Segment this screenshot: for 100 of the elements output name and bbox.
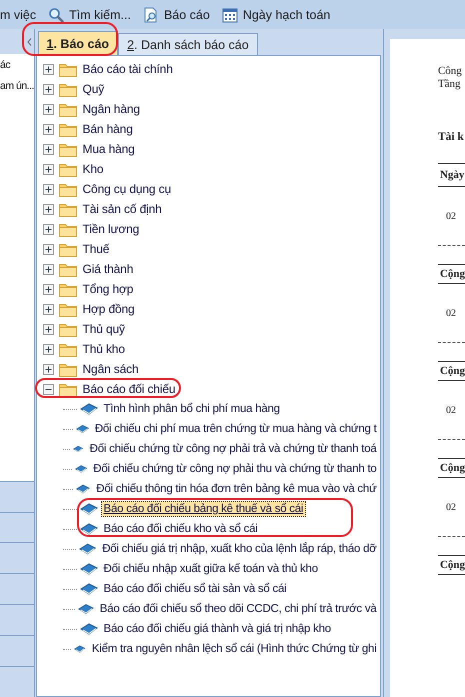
report-item[interactable]: Báo cáo đối chiếu kho và sổ cái [100, 521, 261, 537]
folder-item[interactable]: Quỹ [80, 80, 108, 98]
toolbar-button[interactable]: Tìm kiếm... [48, 6, 131, 22]
folder-icon [58, 362, 77, 376]
calendar-icon [222, 6, 238, 22]
folder-icon [58, 142, 77, 156]
folder-item[interactable]: Kho [80, 160, 106, 178]
folder-item[interactable]: Báo cáo đối chiếu [80, 380, 178, 398]
folder-icon [58, 282, 77, 296]
expand-toggle-icon[interactable] [42, 204, 54, 214]
table-cell: 02 [438, 284, 465, 343]
report-item[interactable]: Đối chiếu chứng từ công nợ phải thu và chứng từ thanh to [90, 461, 380, 477]
tab[interactable]: 2. Danh sách báo cáo [118, 33, 258, 55]
folder-icon [58, 322, 77, 336]
table-cell: 02 [438, 381, 465, 440]
collapse-toggle-icon[interactable] [42, 384, 54, 394]
folder-icon [58, 242, 77, 256]
folder-icon [58, 382, 77, 396]
table-cell: Cộng [438, 361, 465, 381]
expand-toggle-icon[interactable] [42, 164, 54, 174]
folder-icon [58, 222, 77, 236]
expand-toggle-icon[interactable] [42, 364, 54, 374]
folder-icon [58, 342, 77, 356]
nav-item[interactable]: ác [0, 58, 10, 72]
book-icon [75, 463, 88, 475]
book-icon [80, 503, 98, 515]
report-item[interactable]: Báo cáo đối chiếu sổ tài sản và sổ cái [100, 581, 290, 597]
search-icon [48, 6, 64, 22]
table-cell: Cộng [438, 555, 465, 575]
toolbar-button[interactable]: m việc [0, 8, 36, 22]
folder-item[interactable]: Công cụ dụng cụ [80, 180, 174, 198]
folder-icon [58, 122, 77, 136]
book-icon [74, 643, 86, 655]
book-icon [76, 423, 89, 435]
report-item[interactable]: Đối chiếu chứng từ công nợ phải trả và chứng từ thanh toá [86, 441, 380, 457]
report-item[interactable]: Kiểm tra nguyên nhân lệch sổ cái (Hình thức Chứng từ ghi [88, 641, 380, 657]
folder-icon [58, 102, 77, 116]
folder-item[interactable]: Thủ kho [80, 340, 128, 358]
folder-item[interactable]: Tài sản cố định [80, 200, 165, 218]
folder-item[interactable]: Tiền lương [80, 220, 142, 238]
table-cell: Ngày [438, 163, 465, 187]
table-cell: 02 [438, 478, 465, 537]
book-icon [73, 443, 84, 455]
folder-item[interactable]: Ngân hàng [80, 100, 143, 118]
expand-toggle-icon[interactable] [42, 104, 54, 114]
folder-icon [58, 262, 77, 276]
chevron-left-icon[interactable] [26, 38, 32, 46]
expand-toggle-icon[interactable] [42, 64, 54, 74]
folder-icon [58, 62, 77, 76]
report-item[interactable]: Báo cáo đối chiếu giá thành và giá trị nhập kho [100, 621, 334, 637]
folder-item[interactable]: Giá thành [80, 260, 136, 278]
folder-item[interactable]: Ngân sách [80, 360, 142, 378]
expand-toggle-icon[interactable] [42, 264, 54, 274]
toolbar-button[interactable]: Ngày hạch toán [222, 6, 330, 22]
folder-item[interactable]: Hợp đồng [80, 300, 138, 318]
nav-item[interactable]: am ún... [0, 79, 34, 94]
report-item[interactable]: Đối chiếu giá trị nhập, xuất kho của lệnh lắp ráp, tháo dỡ [99, 541, 380, 557]
report-item[interactable]: Báo cáo đối chiếu bảng kê thuế và sổ cái [100, 501, 306, 517]
table-cell: Cộng [438, 264, 465, 284]
company-text: Tầng [438, 78, 462, 91]
book-icon [76, 483, 90, 495]
folder-item[interactable]: Bán hàng [80, 120, 136, 138]
expand-toggle-icon[interactable] [42, 124, 54, 134]
toolbar-button[interactable]: Báo cáo [142, 6, 210, 22]
expand-toggle-icon[interactable] [42, 144, 54, 154]
report-title: Tài k [438, 131, 465, 143]
expand-toggle-icon[interactable] [42, 304, 54, 314]
report-item[interactable]: Tình hình phân bổ chi phí mua hàng [100, 401, 283, 417]
folder-icon [58, 82, 77, 96]
folder-icon [58, 302, 77, 316]
report-item[interactable]: Đối chiếu chi phí mua trên chứng từ mua hàng và chứng t [92, 421, 380, 437]
folder-item[interactable]: Thủ quỹ [80, 320, 128, 338]
expand-toggle-icon[interactable] [42, 284, 54, 294]
table-cell: Cộng [438, 458, 465, 478]
tab[interactable]: 1. Báo cáo [38, 31, 118, 55]
company-text: Công [438, 65, 463, 78]
book-icon [80, 523, 98, 535]
book-icon [80, 623, 98, 635]
folder-item[interactable]: Báo cáo tài chính [80, 60, 176, 78]
folder-item[interactable]: Thuế [80, 240, 112, 258]
book-icon [80, 563, 98, 575]
expand-toggle-icon[interactable] [42, 344, 54, 354]
folder-item[interactable]: Mua hàng [80, 140, 138, 158]
book-icon [78, 543, 96, 555]
expand-toggle-icon[interactable] [42, 324, 54, 334]
book-icon [80, 403, 98, 415]
folder-icon [58, 202, 77, 216]
document-magnifier-icon [142, 6, 159, 22]
expand-toggle-icon[interactable] [42, 224, 54, 234]
expand-toggle-icon[interactable] [42, 184, 54, 194]
expand-toggle-icon[interactable] [42, 244, 54, 254]
table-cell: 02 [438, 187, 465, 246]
folder-icon [58, 182, 77, 196]
report-item[interactable]: Báo cáo đối chiếu sổ theo dõi CCDC, chi phí trả trước và [96, 601, 380, 617]
report-item[interactable]: Đối chiếu nhập xuất giữa kế toán và thủ kho [100, 561, 321, 577]
expand-toggle-icon[interactable] [42, 84, 54, 94]
folder-item[interactable]: Tổng hợp [80, 280, 136, 298]
folder-icon [58, 162, 77, 176]
report-item[interactable]: Đối chiếu thông tin hóa đơn trên bảng kê mua vào và chứ [93, 481, 380, 497]
book-icon [78, 603, 94, 615]
